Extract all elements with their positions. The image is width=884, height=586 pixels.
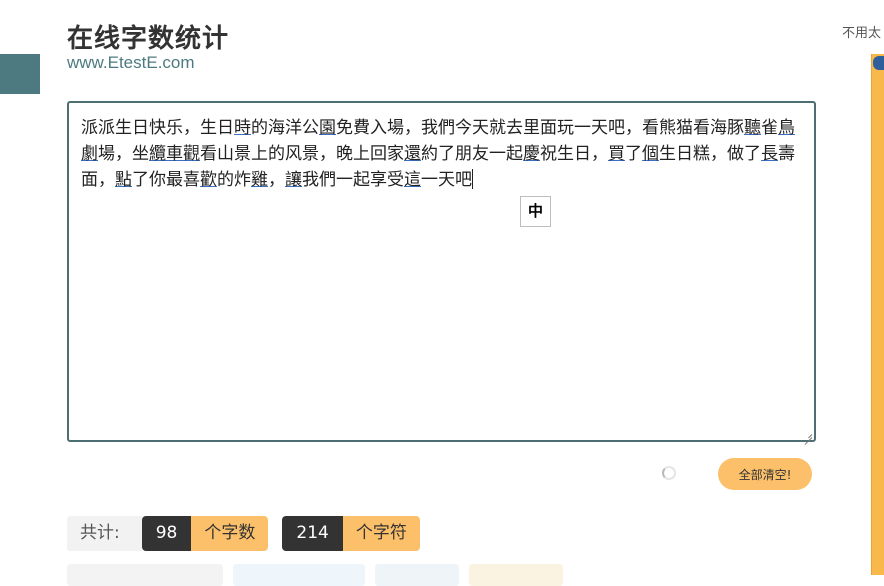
editor-text-content[interactable]: 派派生日快乐，生日時的海洋公園免費入場，我們今天就去里面玩一天吧，看熊猫看海豚聽… — [69, 103, 814, 193]
text-caret — [472, 169, 473, 189]
resize-handle-icon[interactable] — [804, 430, 812, 438]
underlined-char: 歡 — [200, 170, 217, 190]
symbols-count: 214 — [282, 516, 343, 551]
underlined-char: 買 — [608, 144, 625, 164]
top-right-note: 不用太 — [842, 26, 882, 41]
chars-stat: 98 个字数 — [141, 516, 269, 551]
underlined-char: 長 — [761, 144, 778, 164]
underlined-char: 這 — [404, 170, 421, 190]
chars-count: 98 — [141, 516, 192, 551]
underlined-char: 還 — [404, 144, 421, 164]
ime-mode-indicator[interactable]: 中 — [520, 196, 551, 227]
underlined-char: 慶 — [523, 144, 540, 164]
detail-stats-row — [67, 564, 563, 586]
detail-stat-3 — [375, 564, 459, 586]
underlined-char: 讓 — [285, 170, 302, 190]
text-segment: 生日糕，做了 — [659, 144, 761, 164]
underlined-char: 園 — [319, 118, 336, 138]
text-segment: 派派生日快乐，生日 — [81, 118, 234, 138]
text-segment: 的海洋公 — [251, 118, 319, 138]
page-title: 在线字数统计 — [67, 24, 230, 54]
text-segment: 了你最喜 — [132, 170, 200, 190]
underlined-char: 點 — [115, 170, 132, 190]
text-segment: 免費入場，我們今天就去里面玩一天吧，看熊猫看海豚 — [336, 118, 744, 138]
text-segment: 了 — [625, 144, 642, 164]
underlined-char: 纜車觀 — [149, 144, 200, 164]
underlined-char: 雞 — [251, 170, 268, 190]
text-input-area[interactable]: 派派生日快乐，生日時的海洋公園免費入場，我們今天就去里面玩一天吧，看熊猫看海豚聽… — [67, 101, 816, 442]
underlined-char: 個 — [642, 144, 659, 164]
text-segment: 雀 — [761, 118, 778, 138]
text-segment: 約了朋友一起 — [421, 144, 523, 164]
text-segment: 的炸 — [217, 170, 251, 190]
text-segment: 一天吧 — [421, 170, 472, 190]
left-side-tab[interactable] — [0, 54, 40, 94]
text-segment: 場，坐 — [98, 144, 149, 164]
loading-spinner-icon — [662, 466, 676, 480]
stats-summary: 共计: 98 个字数 214 个字符 — [67, 516, 420, 551]
text-segment: 我們一起享受 — [302, 170, 404, 190]
symbols-stat: 214 个字符 — [282, 516, 420, 551]
text-segment: 祝生日， — [540, 144, 608, 164]
text-segment: 看山景上的风景，晚上回家 — [200, 144, 404, 164]
detail-stat-1 — [67, 564, 223, 586]
symbols-unit: 个字符 — [342, 516, 420, 551]
detail-stat-4 — [469, 564, 563, 586]
underlined-char: 聽 — [744, 118, 761, 138]
underlined-char: 時 — [234, 118, 251, 138]
chars-unit: 个字数 — [191, 516, 269, 551]
detail-stat-2 — [233, 564, 365, 586]
total-label: 共计: — [67, 516, 142, 551]
site-url-link[interactable]: www.EtestE.com — [67, 53, 195, 73]
side-panel-badge-icon[interactable] — [873, 56, 884, 70]
right-side-panel — [871, 54, 884, 575]
clear-all-button[interactable]: 全部清空! — [718, 458, 812, 490]
text-segment: ， — [268, 170, 285, 190]
